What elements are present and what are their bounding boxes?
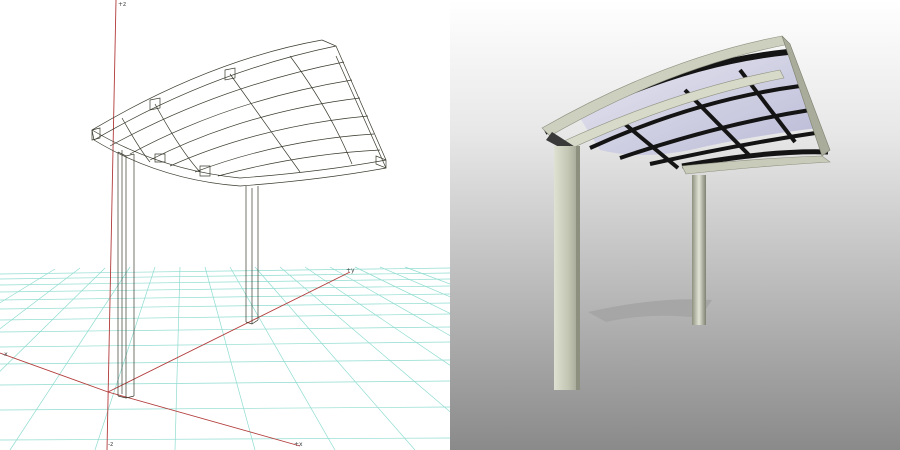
z-axis bbox=[106, 0, 117, 450]
axis-label-z-top: +z bbox=[118, 1, 126, 8]
front-post-edge bbox=[576, 146, 580, 390]
front-post-wire[interactable] bbox=[117, 150, 135, 399]
x-axis bbox=[0, 352, 301, 447]
ground-grid bbox=[0, 266, 450, 450]
axis-label-x-pos: +x bbox=[294, 441, 303, 448]
axis-label-y-pos: +y bbox=[346, 267, 355, 274]
render-canvas[interactable] bbox=[450, 0, 900, 450]
wireframe-viewport[interactable]: +z +y -x -z +x bbox=[0, 0, 450, 450]
wireframe-canvas[interactable]: +z +y -x -z +x bbox=[0, 0, 450, 450]
axis-label-z-bottom: -z bbox=[108, 441, 113, 448]
render-viewport[interactable] bbox=[450, 0, 900, 450]
back-post[interactable] bbox=[692, 175, 706, 325]
axis-label-x-neg: -x bbox=[2, 351, 8, 358]
back-post-wire[interactable] bbox=[245, 186, 259, 325]
